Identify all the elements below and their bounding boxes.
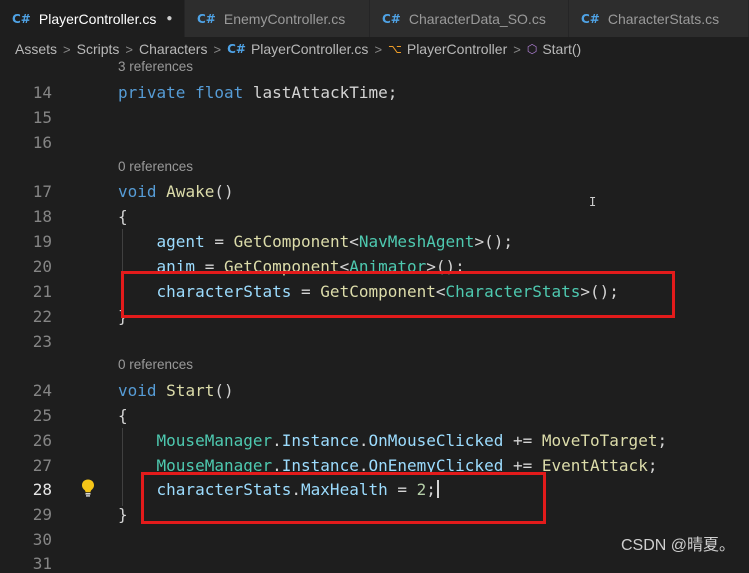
csharp-file-icon: C# (382, 11, 401, 26)
code-line-18[interactable]: { (118, 207, 128, 226)
method-name-token: EventAttack (541, 456, 648, 475)
punctuation-token: () (214, 182, 234, 201)
editor-tab-bar: C# PlayerController.cs ● C# EnemyControl… (0, 0, 749, 37)
keyword-token: private (118, 83, 186, 102)
line-number: 23 (32, 332, 52, 351)
unsaved-dot-icon[interactable]: ● (166, 13, 172, 24)
chevron-right-icon: > (125, 41, 133, 57)
line-number: 31 (32, 554, 52, 573)
code-line-24[interactable]: void Start() (118, 381, 234, 400)
variable-token: agent (156, 232, 205, 251)
punctuation-token: ; (657, 431, 668, 450)
line-number: 19 (32, 232, 52, 251)
class-icon: ⌥ (388, 42, 402, 56)
method-name-token: GetComponent (233, 232, 350, 251)
chevron-right-icon: > (513, 41, 521, 57)
property-token: Instance (281, 431, 359, 450)
line-number: 21 (32, 282, 52, 301)
csharp-file-icon: C# (12, 11, 31, 26)
code-line-17[interactable]: void Awake() (118, 182, 234, 201)
type-token: NavMeshAgent (358, 232, 475, 251)
line-number: 15 (32, 108, 52, 127)
punctuation-token: . (272, 431, 282, 450)
tab-label: CharacterStats.cs (607, 10, 720, 27)
line-number: 26 (32, 431, 52, 450)
breadcrumb-class[interactable]: PlayerController (407, 41, 507, 57)
tab-player-controller[interactable]: C# PlayerController.cs ● (0, 0, 185, 37)
tab-enemy-controller[interactable]: C# EnemyController.cs (185, 0, 370, 37)
code-lens-references[interactable]: 3 references (118, 59, 193, 74)
line-number-current: 28 (32, 480, 52, 499)
brace-token: { (118, 207, 128, 226)
punctuation-token: ; (647, 456, 658, 475)
event-token: OnMouseClicked (368, 431, 504, 450)
operator-token: += (503, 431, 542, 450)
watermark: CSDN @晴夏。 (620, 537, 735, 554)
punctuation-token: >(); (474, 232, 513, 251)
tab-label: CharacterData_SO.cs (408, 10, 546, 27)
line-number: 30 (32, 530, 52, 549)
line-number: 18 (32, 207, 52, 226)
lightbulb-icon[interactable] (80, 478, 96, 498)
method-icon: ⬡ (526, 42, 538, 56)
line-number: 16 (32, 133, 52, 152)
keyword-token: float (195, 83, 244, 102)
chevron-right-icon: > (374, 41, 383, 57)
punctuation-token: () (214, 381, 234, 400)
code-line-29[interactable]: } (118, 505, 128, 524)
keyword-token: void (118, 381, 157, 400)
breadcrumb: Assets > Scripts > Characters > C# Playe… (0, 37, 749, 61)
csharp-file-icon: C# (227, 42, 246, 56)
csharp-file-icon: C# (197, 11, 216, 26)
code-line-14[interactable]: private float lastAttackTime; (118, 83, 397, 102)
tab-character-data-so[interactable]: C# CharacterData_SO.cs (370, 0, 569, 37)
line-number: 24 (32, 381, 52, 400)
method-name-token: Start (166, 381, 215, 400)
annotation-highlight-box (141, 472, 546, 524)
chevron-right-icon: > (63, 41, 71, 57)
operator-token: = (204, 232, 234, 251)
annotation-highlight-box (121, 271, 675, 318)
breadcrumb-characters[interactable]: Characters (139, 41, 207, 57)
line-number: 29 (32, 505, 52, 524)
code-lens-references[interactable]: 0 references (118, 357, 193, 372)
csharp-file-icon: C# (581, 11, 600, 26)
method-name-token: Awake (166, 182, 215, 201)
keyword-token: void (118, 182, 157, 201)
code-lens-references[interactable]: 0 references (118, 159, 193, 174)
line-number: 22 (32, 307, 52, 326)
breadcrumb-assets[interactable]: Assets (15, 41, 57, 57)
brace-token: { (118, 406, 128, 425)
tab-label: PlayerController.cs (38, 10, 157, 27)
punctuation-token: < (349, 232, 359, 251)
code-line-26[interactable]: MouseManager.Instance.OnMouseClicked += … (118, 431, 668, 450)
line-number: 17 (32, 182, 52, 201)
breadcrumb-method[interactable]: Start() (542, 41, 581, 57)
breadcrumb-file[interactable]: PlayerController.cs (251, 41, 369, 57)
line-number: 25 (32, 406, 52, 425)
mouse-ibeam-icon: I (589, 195, 597, 209)
code-editor[interactable]: 3 references 0 references 0 references 1… (0, 59, 749, 573)
line-number: 20 (32, 257, 52, 276)
breadcrumb-scripts[interactable]: Scripts (77, 41, 120, 57)
code-line-19[interactable]: agent = GetComponent<NavMeshAgent>(); (118, 232, 513, 251)
type-token: MouseManager (156, 431, 273, 450)
method-name-token: MoveToTarget (541, 431, 658, 450)
chevron-right-icon: > (213, 41, 222, 57)
tab-label: EnemyController.cs (223, 10, 346, 27)
line-number: 27 (32, 456, 52, 475)
line-number: 14 (32, 83, 52, 102)
tab-character-stats[interactable]: C# CharacterStats.cs (569, 0, 749, 37)
brace-token: } (118, 505, 128, 524)
identifier-token: lastAttackTime; (252, 83, 398, 102)
code-line-25[interactable]: { (118, 406, 128, 425)
